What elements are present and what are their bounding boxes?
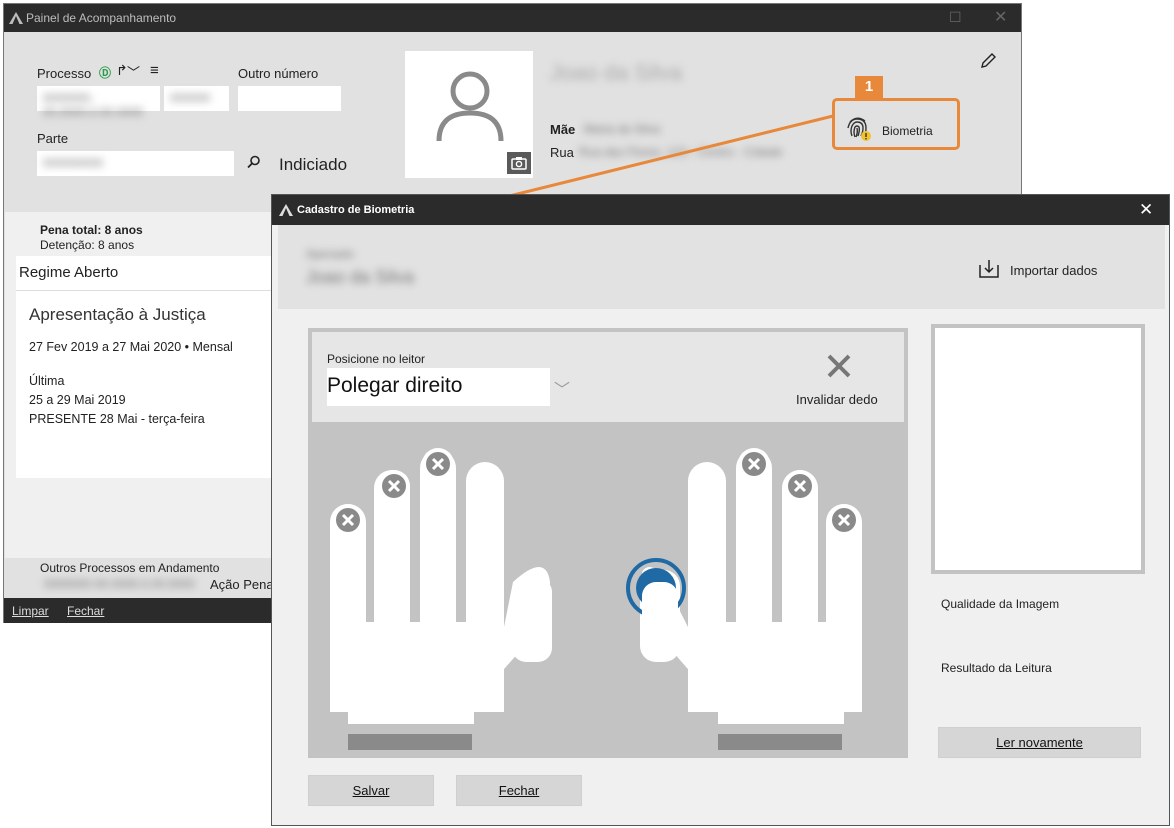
biometria-highlight [832, 98, 960, 150]
export-icon[interactable]: ↱ [116, 62, 128, 79]
importar-dados-button[interactable]: Importar dados [978, 259, 1118, 283]
qualidade-imagem-label: Qualidade da Imagem [941, 597, 1060, 611]
close-x-icon [827, 354, 851, 378]
ultima-label: Última [29, 374, 65, 388]
acao-penal: Ação Penal [210, 577, 277, 592]
indiciado-label: Indiciado [279, 155, 348, 174]
fingerprint-preview [931, 324, 1145, 574]
regime-card: Regime Aberto Apresentação à Justiça 27 … [16, 256, 273, 478]
outros-processo-num[interactable]: 0000000-00.0000.0.00.0000 [44, 577, 195, 591]
menu-icon[interactable]: ≡ [150, 62, 159, 79]
header-name: Joao da Silva [306, 267, 415, 287]
hands-panel: Posicione no leitor Polegar direito ﹀ In… [308, 328, 908, 758]
dialog-header: Apenado Joao da Silva Importar dados [278, 225, 1165, 309]
chevron-down-icon[interactable]: ﹀ [554, 376, 570, 400]
salvar-button[interactable]: Salvar [308, 775, 434, 806]
edit-pencil-icon[interactable] [979, 52, 997, 70]
close-icon[interactable]: ✕ [994, 7, 1007, 27]
pena-total: Pena total: 8 anos [40, 223, 143, 237]
right-thumb-tip [642, 582, 678, 652]
header-label: Apenado [306, 247, 355, 261]
person-name: Joao da Silva [550, 60, 683, 85]
callout-badge: 1 [855, 76, 883, 98]
right-wrist-band [718, 734, 842, 750]
invalidar-dedo-button[interactable]: Invalidar dedo [790, 350, 890, 412]
ler-novamente-button[interactable]: Ler novamente [938, 727, 1141, 758]
finger-selector-bar: Posicione no leitor Polegar direito ﹀ In… [312, 332, 904, 422]
limpar-button[interactable]: Limpar [12, 604, 49, 618]
bottom-bar: Limpar Fechar [4, 598, 273, 623]
ultima-periodo: 25 a 29 Mai 2019 [29, 393, 126, 407]
blank-card [16, 480, 273, 556]
divider [16, 290, 273, 291]
parte-input[interactable]: 000000000 [37, 151, 234, 176]
processo-label: Processo [37, 66, 92, 81]
outro-numero-input[interactable] [238, 86, 341, 111]
finger-selected-value: Polegar direito [327, 374, 463, 397]
app-logo-icon [9, 12, 23, 24]
search-icon[interactable] [247, 155, 261, 169]
importar-dados-label: Importar dados [1010, 263, 1098, 278]
hands-diagram [330, 448, 862, 750]
main-window-title: Painel de Acompanhamento [26, 11, 177, 25]
parte-label: Parte [37, 131, 69, 146]
dialog-titlebar: Cadastro de Biometria ✕ [272, 195, 1169, 225]
detencao: Detenção: 8 anos [40, 238, 135, 252]
app-logo-icon [279, 204, 293, 216]
regime-label: Regime Aberto [19, 264, 119, 281]
processo-input-suffix[interactable]: 000000 [164, 86, 229, 111]
chevron-down-icon[interactable]: ﹀ [127, 62, 140, 81]
fechar-main-button[interactable]: Fechar [67, 604, 104, 618]
presente-status: PRESENTE 28 Mai - terça-feira [29, 412, 205, 426]
main-titlebar: Painel de Acompanhamento ☐ ✕ [4, 4, 1021, 32]
import-icon [979, 260, 999, 278]
apresentacao-title: Apresentação à Justiça [29, 305, 206, 324]
fechar-dialog-button[interactable]: Fechar [456, 775, 582, 806]
apresentacao-periodo: 27 Fev 2019 a 27 Mai 2020 • Mensal [29, 340, 233, 354]
resultado-leitura-label: Resultado da Leitura [941, 661, 1052, 675]
biometria-dialog: Cadastro de Biometria ✕ Apenado Joao da … [271, 194, 1170, 826]
maximize-icon[interactable]: ☐ [949, 9, 962, 26]
dialog-close-icon[interactable]: ✕ [1139, 200, 1153, 220]
left-thumb [512, 578, 552, 662]
processo-input[interactable]: 0000000-00.0000.0.00.0000 [37, 86, 160, 119]
outro-numero-label: Outro número [238, 66, 319, 81]
invalid-finger-markers [332, 448, 860, 536]
document-d-icon[interactable]: Ⓓ [99, 64, 111, 81]
finger-select[interactable]: Polegar direito [327, 368, 550, 406]
dialog-title: Cadastro de Biometria [297, 204, 415, 216]
posicione-label: Posicione no leitor [327, 352, 426, 366]
invalidar-dedo-label: Invalidar dedo [796, 392, 878, 407]
left-wrist-band [348, 734, 472, 750]
outros-processos-label: Outros Processos em Andamento [40, 561, 220, 575]
